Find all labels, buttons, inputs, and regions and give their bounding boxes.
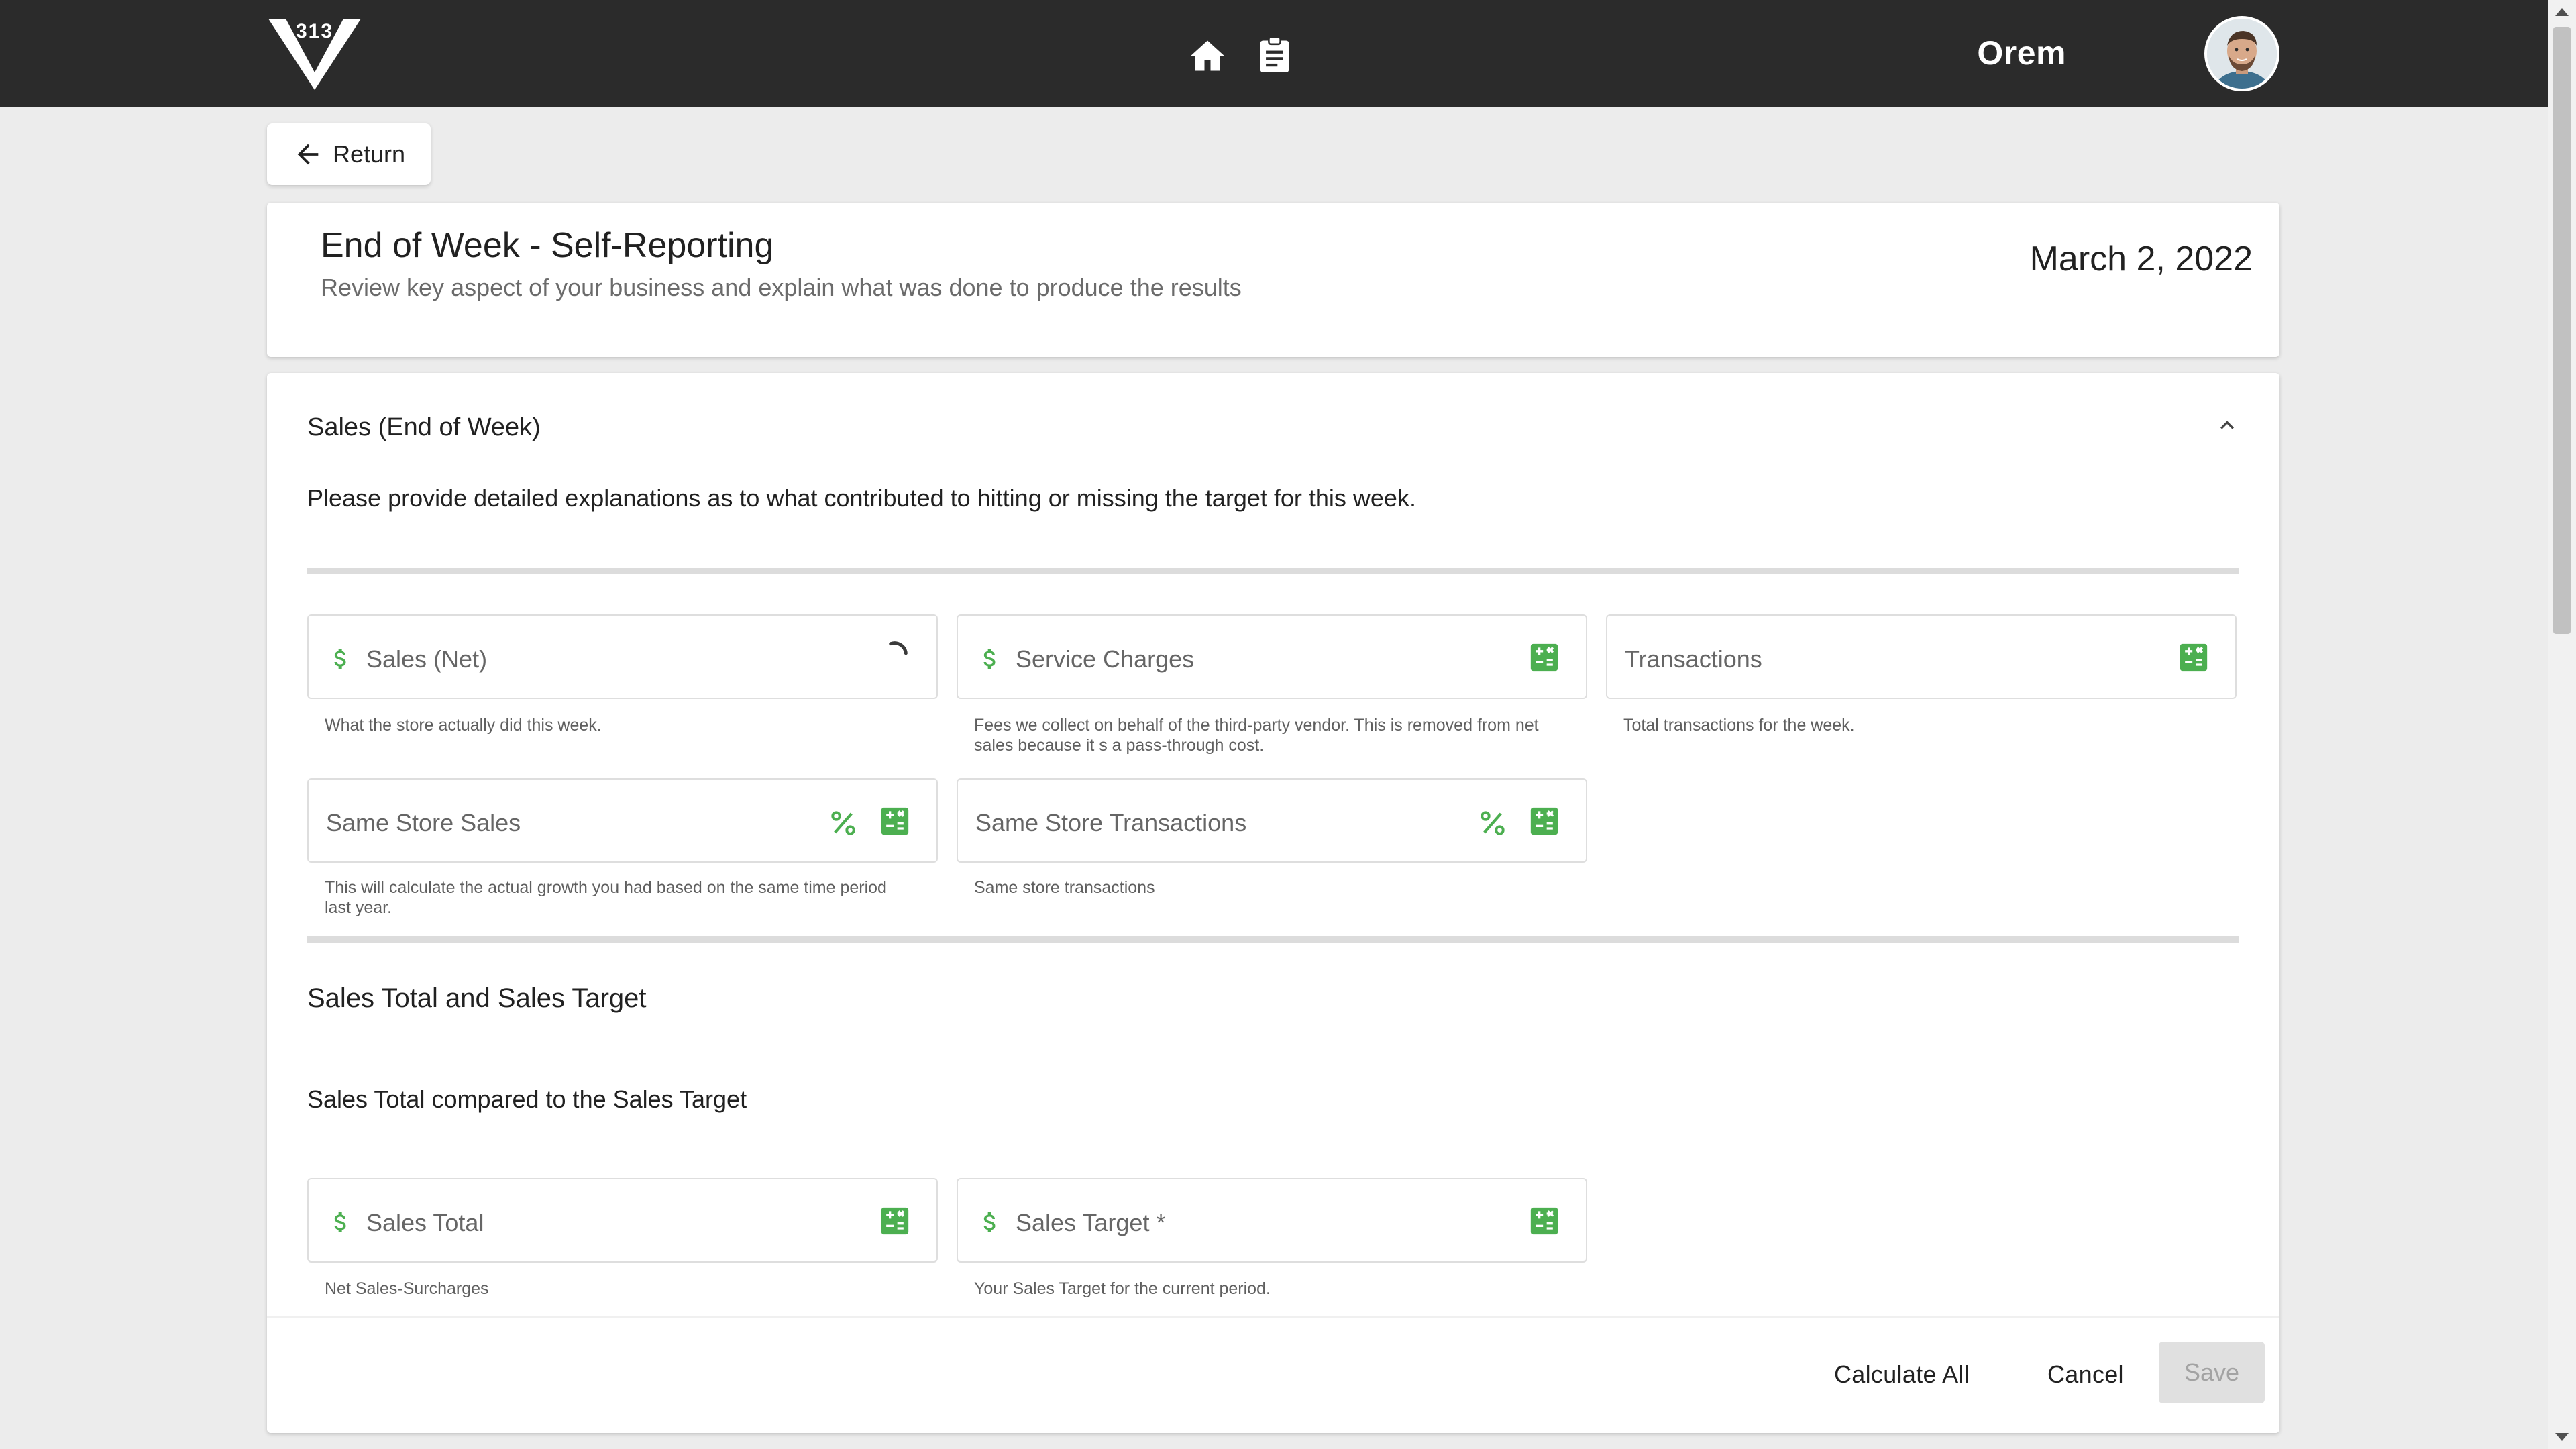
scroll-up-arrow[interactable] bbox=[2555, 8, 2569, 16]
sales-target-field[interactable]: Sales Target * bbox=[957, 1178, 1587, 1263]
dollar-icon bbox=[983, 649, 996, 669]
field-label: Transactions bbox=[1625, 645, 1762, 673]
field-help: Fees we collect on behalf of the third-p… bbox=[974, 716, 1539, 755]
clipboard-icon[interactable] bbox=[1256, 36, 1293, 74]
field-label: Service Charges bbox=[1016, 645, 1195, 673]
calculate-all-button[interactable]: Calculate All bbox=[1834, 1360, 1970, 1389]
field-label: Same Store Sales bbox=[326, 809, 521, 837]
field-help: Total transactions for the week. bbox=[1623, 716, 1855, 735]
field-label: Sales Total bbox=[366, 1209, 484, 1236]
home-icon[interactable] bbox=[1189, 39, 1226, 72]
field-help: This will calculate the actual growth yo… bbox=[325, 878, 887, 917]
arrow-left-icon bbox=[297, 144, 319, 165]
return-label: Return bbox=[332, 140, 406, 168]
sales-section-card: Sales (End of Week) Please provide detai… bbox=[267, 373, 2279, 1433]
user-avatar[interactable] bbox=[2204, 16, 2279, 91]
same-store-sales-field[interactable]: Same Store Sales bbox=[307, 778, 938, 863]
field-help: Your Sales Target for the current period… bbox=[974, 1279, 1271, 1298]
dollar-icon bbox=[983, 1212, 996, 1232]
calculator-icon[interactable] bbox=[1529, 806, 1559, 836]
field-help: What the store actually did this week. bbox=[325, 716, 602, 735]
form-actions-footer: Calculate All Cancel Save bbox=[267, 1316, 2279, 1433]
field-label: Same Store Transactions bbox=[975, 809, 1247, 837]
field-help: Same store transactions bbox=[974, 878, 1155, 897]
field-label: Sales Target * bbox=[1016, 1209, 1166, 1236]
cancel-button[interactable]: Cancel bbox=[2047, 1360, 2124, 1389]
top-app-bar: 313 Orem bbox=[0, 0, 2548, 107]
service-charges-field[interactable]: Service Charges bbox=[957, 614, 1587, 699]
calculator-icon[interactable] bbox=[1529, 1206, 1559, 1236]
scroll-down-arrow[interactable] bbox=[2555, 1433, 2569, 1441]
save-button[interactable]: Save bbox=[2159, 1342, 2265, 1403]
report-date: March 2, 2022 bbox=[2029, 239, 2253, 278]
scroll-thumb[interactable] bbox=[2553, 27, 2571, 634]
page-subtitle: Review key aspect of your business and e… bbox=[321, 274, 1242, 301]
chevron-up-icon[interactable] bbox=[2214, 412, 2241, 439]
dollar-icon bbox=[334, 1212, 346, 1232]
section-instructions: Please provide detailed explanations as … bbox=[307, 484, 1416, 512]
calculator-icon[interactable] bbox=[880, 1206, 910, 1236]
page-title: End of Week - Self-Reporting bbox=[321, 226, 774, 265]
calculator-icon[interactable] bbox=[1529, 643, 1559, 672]
dollar-icon bbox=[334, 649, 346, 669]
field-label: Sales (Net) bbox=[366, 645, 488, 673]
section-divider bbox=[307, 936, 2239, 943]
subsection-title: Sales Total and Sales Target bbox=[307, 983, 647, 1013]
section-title: Sales (End of Week) bbox=[307, 413, 541, 441]
brand-logo[interactable]: 313 bbox=[266, 16, 364, 91]
same-store-transactions-field[interactable]: Same Store Transactions bbox=[957, 778, 1587, 863]
calculator-icon[interactable] bbox=[880, 806, 910, 836]
return-button[interactable]: Return bbox=[267, 123, 431, 185]
percent-icon[interactable] bbox=[1479, 809, 1507, 837]
loading-spinner-icon bbox=[889, 641, 908, 655]
transactions-field[interactable]: Transactions bbox=[1606, 614, 2237, 699]
logo-text: 313 bbox=[296, 20, 333, 42]
section-divider bbox=[307, 568, 2239, 574]
page-scrollbar[interactable] bbox=[2548, 0, 2576, 1449]
calculator-icon[interactable] bbox=[2179, 643, 2208, 672]
percent-icon[interactable] bbox=[829, 809, 857, 837]
user-name[interactable]: Orem bbox=[1977, 34, 2066, 72]
sales-total-field[interactable]: Sales Total bbox=[307, 1178, 938, 1263]
report-header-card: End of Week - Self-Reporting Review key … bbox=[267, 203, 2279, 357]
subsection-description: Sales Total compared to the Sales Target bbox=[307, 1085, 747, 1113]
field-help: Net Sales-Surcharges bbox=[325, 1279, 489, 1298]
sales-net-field[interactable]: Sales (Net) bbox=[307, 614, 938, 699]
